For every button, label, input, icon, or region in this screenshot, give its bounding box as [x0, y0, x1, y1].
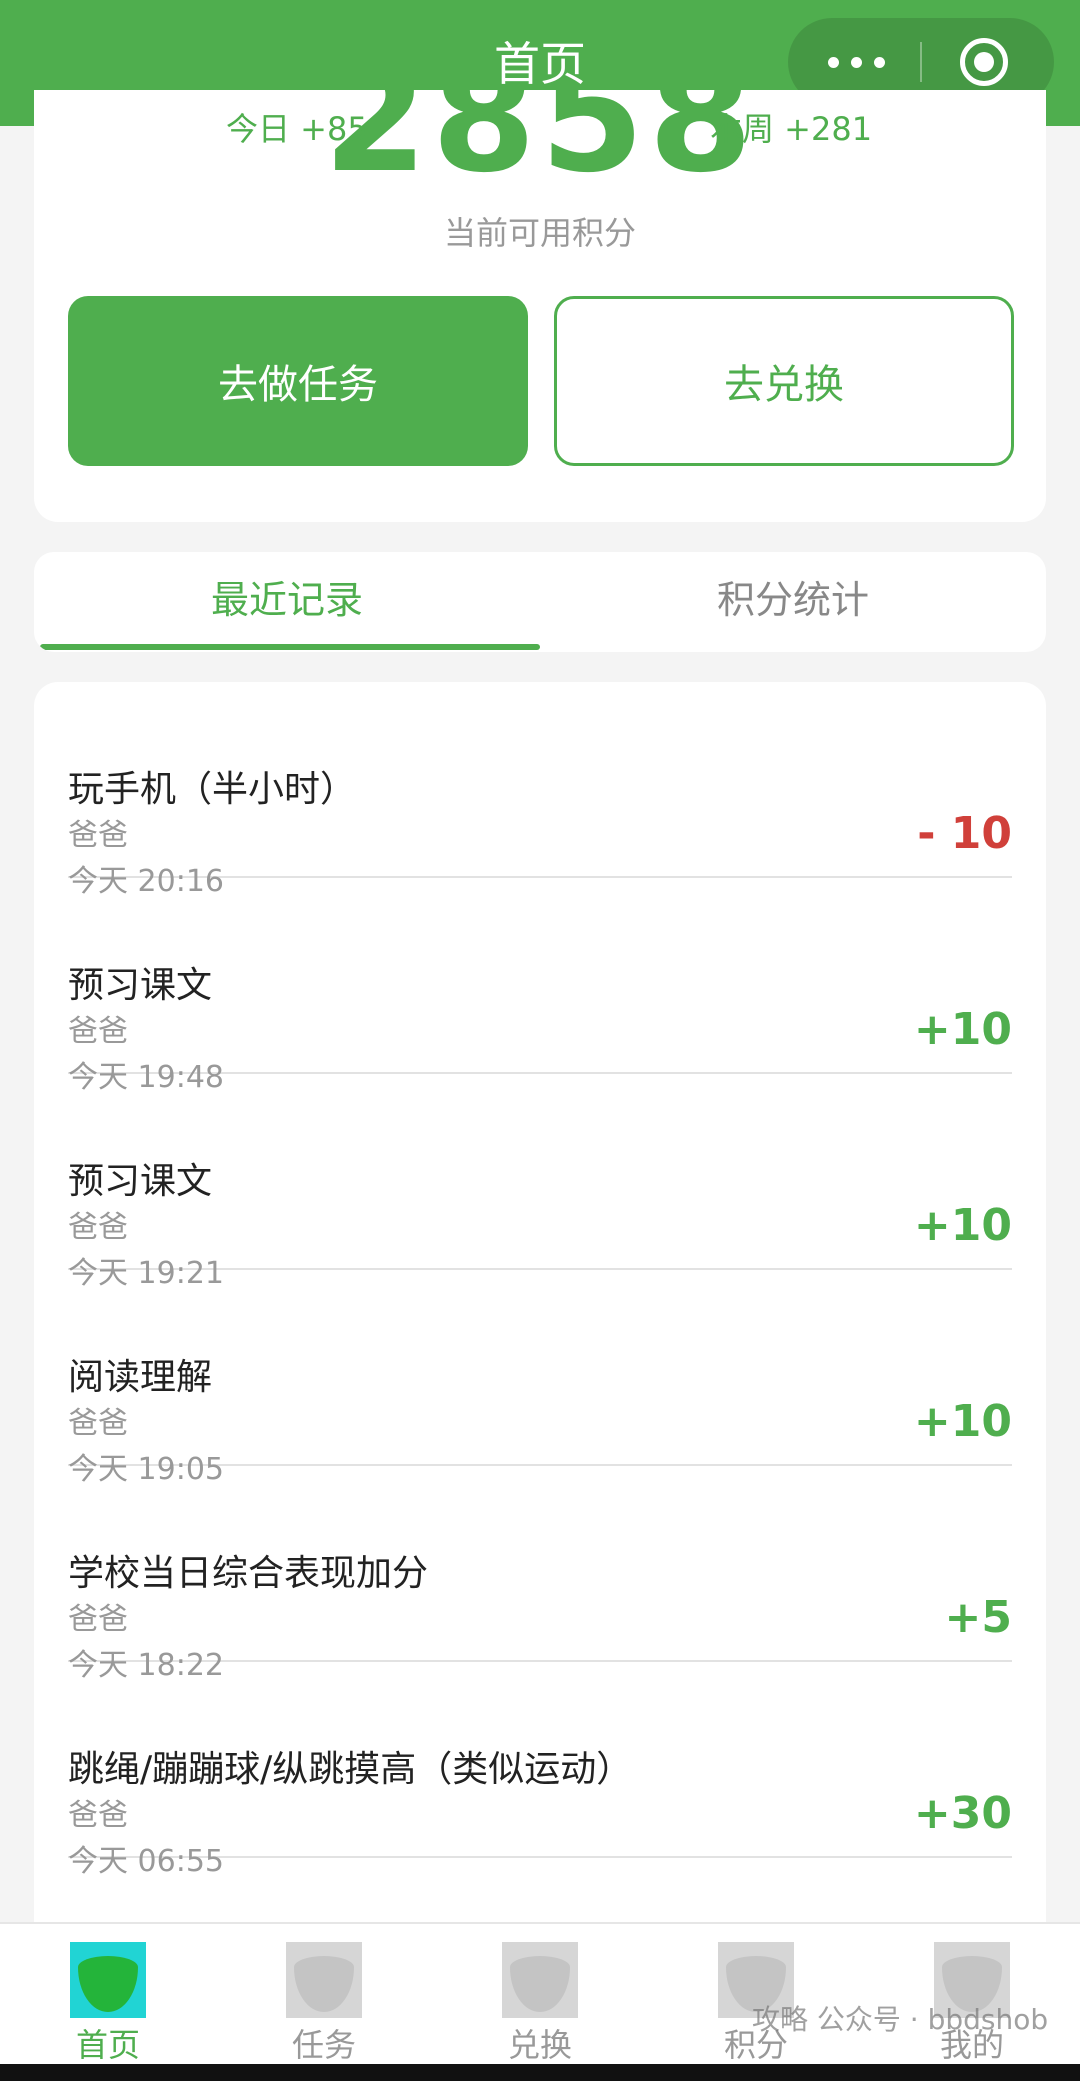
record-points: +10: [913, 1200, 1012, 1251]
capsule-divider: [920, 42, 922, 82]
nav-label: 兑换: [507, 2026, 572, 2064]
record-points: +10: [913, 1004, 1012, 1055]
record-title: 预习课文: [68, 965, 213, 1006]
home-sprout-icon: [70, 1942, 146, 2018]
records-list: 玩手机（半小时） 爸爸 今天 20:16 - 10 预习课文 爸爸 今天 19:…: [34, 682, 1046, 2012]
record-by: 爸爸: [68, 1406, 128, 1441]
nav-label: 任务: [291, 2026, 356, 2064]
points-card: 2858 今日 +85 本周 +281 当前可用积分 去做任务 去兑换: [34, 90, 1046, 522]
record-time: 今天 06:55: [68, 1844, 224, 1879]
today-points: 今日 +85: [226, 110, 368, 148]
record-title: 学校当日综合表现加分: [68, 1553, 429, 1594]
record-by: 爸爸: [68, 1602, 128, 1637]
more-icon[interactable]: [824, 42, 888, 82]
week-points: 本周 +281: [710, 110, 873, 148]
record-by: 爸爸: [68, 1210, 128, 1245]
nav-item-home[interactable]: 首页: [0, 1924, 216, 2066]
record-title: 玩手机（半小时）: [68, 769, 357, 810]
tab-recent-records[interactable]: 最近记录: [34, 552, 540, 652]
nav-item-points[interactable]: 积分: [648, 1924, 864, 2066]
record-points: +30: [913, 1788, 1012, 1839]
exchange-sprout-icon: [502, 1942, 578, 2018]
active-tab-indicator: [40, 644, 540, 650]
nav-item-exchange[interactable]: 兑换: [432, 1924, 648, 2066]
list-item[interactable]: 预习课文 爸爸 今天 19:48 +10: [68, 878, 1012, 1095]
record-points: +5: [944, 1592, 1012, 1643]
total-points: 2858: [323, 90, 757, 206]
nav-item-mine[interactable]: 我的: [864, 1924, 1080, 2066]
record-by: 爸爸: [68, 818, 128, 853]
nav-item-tasks[interactable]: 任务: [216, 1924, 432, 2066]
record-title: 预习课文: [68, 1161, 213, 1202]
record-points: +10: [913, 1396, 1012, 1447]
list-item[interactable]: 阅读理解 爸爸 今天 19:05 +10: [68, 1270, 1012, 1487]
record-title: 跳绳/蹦蹦球/纵跳摸高（类似运动）: [68, 1749, 633, 1790]
system-bottom-bar: [0, 2064, 1080, 2081]
record-by: 爸爸: [68, 1014, 128, 1049]
record-title: 阅读理解: [68, 1357, 213, 1398]
list-item[interactable]: 学校当日综合表现加分 爸爸 今天 18:22 +5: [68, 1466, 1012, 1683]
exchange-button[interactable]: 去兑换: [554, 296, 1014, 466]
watermark-text: 攻略 公众号 · bbdshob: [752, 2003, 1049, 2036]
tab-points-stats[interactable]: 积分统计: [540, 552, 1046, 652]
record-tabs: 最近记录 积分统计: [34, 552, 1046, 652]
nav-label: 首页: [75, 2026, 140, 2064]
close-target-icon[interactable]: [960, 38, 1008, 86]
list-item[interactable]: 玩手机（半小时） 爸爸 今天 20:16 - 10: [68, 682, 1012, 899]
list-item[interactable]: 跳绳/蹦蹦球/纵跳摸高（类似运动） 爸爸 今天 06:55 +30: [68, 1662, 1012, 1879]
record-points: - 10: [917, 808, 1012, 859]
bottom-tab-bar: 首页 任务 兑换 积分 我的: [0, 1922, 1080, 2064]
tasks-sprout-icon: [286, 1942, 362, 2018]
list-item[interactable]: 预习课文 爸爸 今天 19:21 +10: [68, 1074, 1012, 1291]
record-by: 爸爸: [68, 1798, 128, 1833]
do-task-button[interactable]: 去做任务: [68, 296, 528, 466]
points-label: 当前可用积分: [443, 214, 636, 252]
